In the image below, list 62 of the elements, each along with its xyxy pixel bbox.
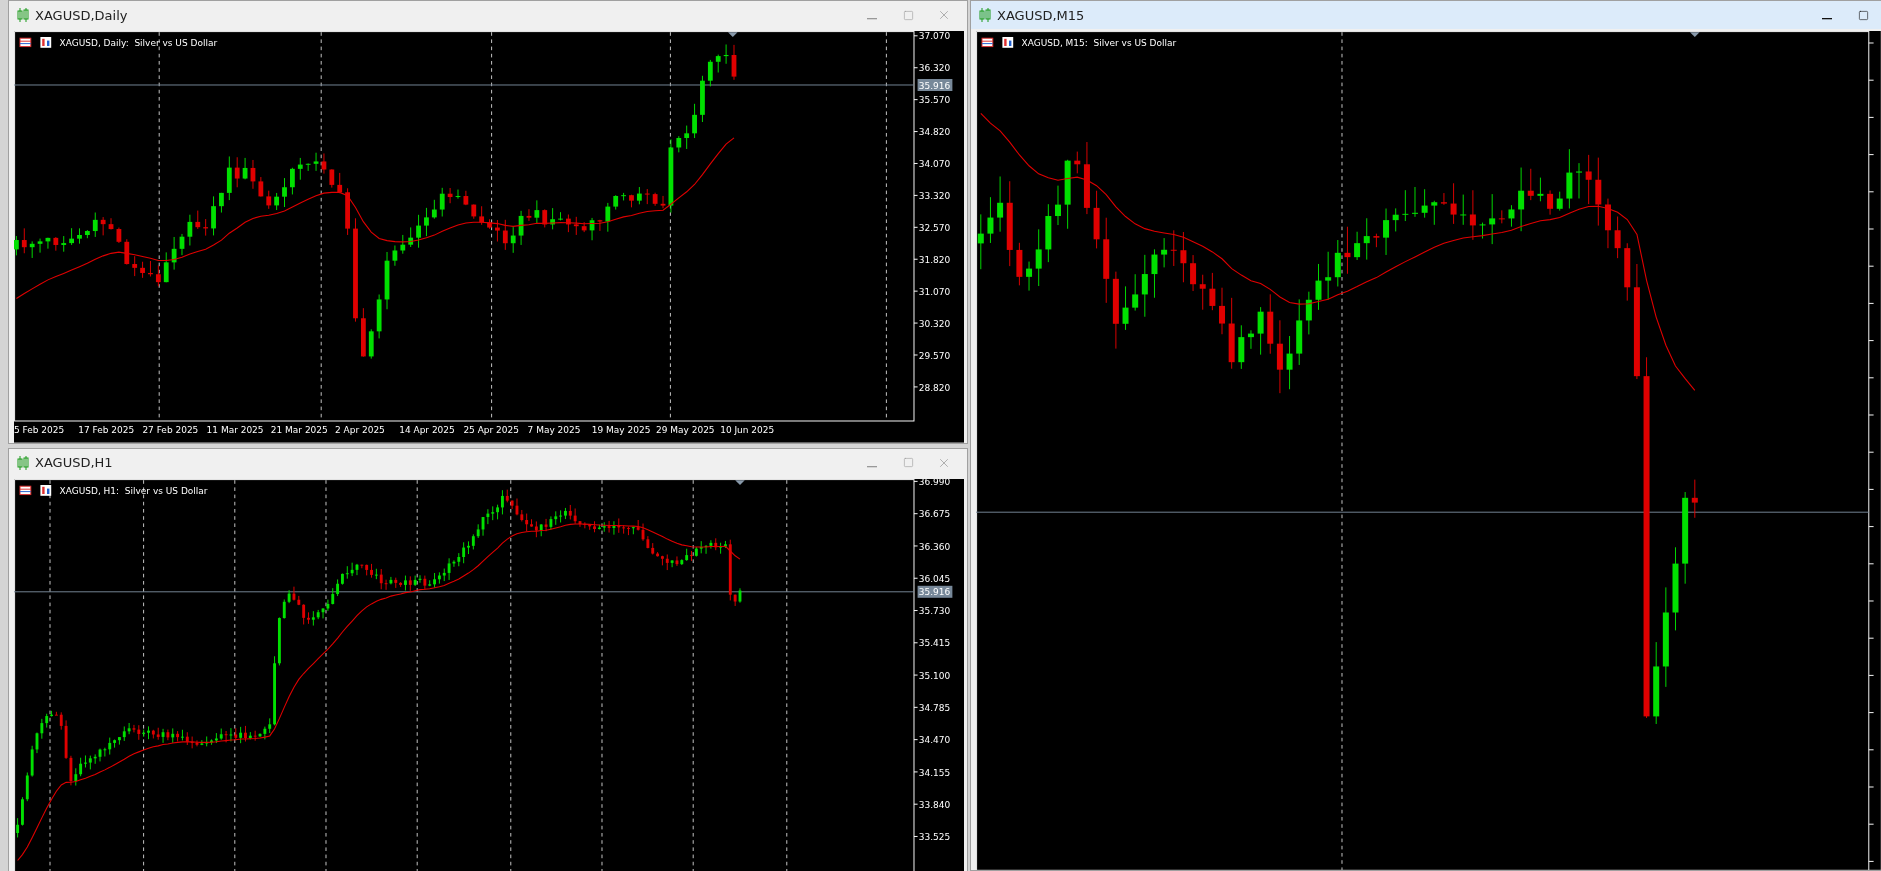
candlestick-icon bbox=[17, 8, 29, 22]
window-title: XAGUSD,H1 bbox=[35, 455, 114, 471]
price-label: 33.320 bbox=[918, 191, 951, 201]
price-label: 34.070 bbox=[918, 159, 951, 170]
minimize-icon bbox=[867, 18, 877, 20]
price-label: 31.070 bbox=[918, 286, 951, 297]
price-label: 36.360 bbox=[918, 541, 951, 552]
price-label: 34.155 bbox=[918, 767, 951, 778]
maximize-icon bbox=[902, 9, 914, 21]
price-label: 33.840 bbox=[918, 799, 951, 810]
chart-header: XAGUSD, M15: Silver vs US Dollar bbox=[1021, 38, 1177, 48]
price-label: 32.570 bbox=[918, 222, 951, 233]
price-label: 34.820 bbox=[918, 127, 951, 138]
price-label: 31.820 bbox=[918, 254, 951, 265]
minimize-icon bbox=[1822, 18, 1832, 20]
price-label: 28.820 bbox=[918, 382, 951, 393]
date-label: 29 May 2025 bbox=[656, 425, 715, 435]
date-label: 14 Apr 2025 bbox=[399, 425, 455, 435]
price-label: 36.045 bbox=[918, 573, 951, 584]
price-tag: 35.916 bbox=[917, 79, 953, 91]
window-title: XAGUSD,M15 bbox=[997, 7, 1086, 23]
minimize-icon bbox=[867, 465, 877, 468]
price-label: 29.570 bbox=[918, 350, 951, 361]
candlestick-icon bbox=[979, 8, 991, 22]
price-label: 35.100 bbox=[918, 670, 951, 681]
price-label: 35.730 bbox=[918, 605, 951, 616]
price-label: 34.470 bbox=[918, 734, 951, 745]
grid-icon bbox=[981, 37, 994, 48]
candlestick-icon bbox=[17, 455, 29, 470]
chart-icon bbox=[40, 484, 52, 496]
date-label: 11 Mar 2025 bbox=[206, 425, 264, 435]
maximize-icon bbox=[1857, 9, 1869, 21]
date-label: 25 Apr 2025 bbox=[463, 425, 519, 435]
price-label: 37.070 bbox=[918, 31, 951, 42]
price-label: 35.415 bbox=[918, 638, 951, 648]
price-label: 35.570 bbox=[918, 95, 951, 106]
close-icon bbox=[937, 8, 951, 22]
shift-marker-icon bbox=[735, 479, 745, 485]
chart-icon bbox=[40, 37, 52, 48]
price-label: 30.320 bbox=[918, 318, 951, 329]
date-label: 19 May 2025 bbox=[591, 425, 651, 435]
chart-header: XAGUSD, H1: Silver vs US Dollar bbox=[59, 485, 208, 496]
date-label: 21 Mar 2025 bbox=[270, 425, 328, 435]
shift-marker-icon bbox=[1690, 32, 1700, 37]
window-title: XAGUSD,Daily bbox=[35, 7, 129, 23]
price-label: 34.785 bbox=[918, 702, 951, 713]
price-label: 36.990 bbox=[918, 478, 951, 487]
date-label: 17 Feb 2025 bbox=[78, 425, 135, 435]
price-label: 36.320 bbox=[918, 63, 951, 74]
grid-icon bbox=[19, 485, 32, 495]
grid-icon bbox=[19, 37, 32, 48]
price-label: 33.525 bbox=[918, 831, 951, 842]
date-label: 2 Apr 2025 bbox=[335, 425, 385, 435]
price-label: 36.675 bbox=[918, 508, 951, 519]
maximize-icon bbox=[902, 457, 914, 469]
chart-icon bbox=[1002, 37, 1014, 48]
date-label: 5 Feb 2025 bbox=[14, 425, 65, 435]
date-label: 27 Feb 2025 bbox=[142, 425, 199, 435]
chart-header: XAGUSD, Daily: Silver vs US Dollar bbox=[59, 38, 218, 48]
shift-marker-icon bbox=[728, 32, 738, 37]
date-label: 7 May 2025 bbox=[527, 425, 581, 435]
date-label: 10 Jun 2025 bbox=[720, 425, 775, 435]
